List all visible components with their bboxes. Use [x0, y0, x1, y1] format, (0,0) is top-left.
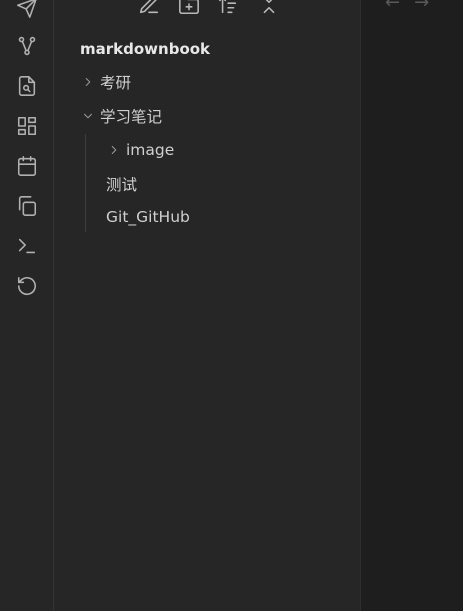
indent-guide	[85, 134, 86, 232]
file-explorer-sidebar: markdownbook 考研 学习笔记 image 测试 Git_GitHub	[54, 0, 361, 611]
vault-name[interactable]: markdownbook	[80, 40, 210, 58]
folder-label: 考研	[100, 74, 132, 92]
layout-dashboard-icon[interactable]	[13, 112, 41, 140]
folder-study-notes[interactable]: 学习笔记	[80, 102, 162, 130]
editor-area: ← →	[361, 0, 463, 611]
collapse-all-icon[interactable]	[254, 0, 284, 17]
folder-label: image	[126, 141, 175, 159]
folder-image[interactable]: image	[106, 136, 174, 164]
copy-files-icon[interactable]	[13, 192, 41, 220]
chevron-down-icon	[80, 108, 96, 124]
history-reset-icon[interactable]	[13, 272, 41, 300]
sort-icon[interactable]	[214, 0, 244, 17]
file-test[interactable]: 测试	[106, 170, 137, 198]
calendar-icon[interactable]	[13, 152, 41, 180]
back-arrow-icon[interactable]: ←	[385, 0, 400, 13]
file-label: Git_GitHub	[106, 208, 190, 226]
file-git-github[interactable]: Git_GitHub	[106, 203, 190, 231]
folder-kaoyan[interactable]: 考研	[80, 68, 131, 96]
terminal-icon[interactable]	[13, 232, 41, 260]
send-icon[interactable]	[13, 0, 41, 22]
file-explorer-toolbar	[134, 0, 284, 17]
left-ribbon	[0, 0, 54, 611]
file-search-icon[interactable]	[13, 72, 41, 100]
chevron-right-icon	[80, 74, 96, 90]
forward-arrow-icon[interactable]: →	[414, 0, 429, 13]
file-label: 测试	[106, 176, 138, 194]
chevron-right-icon	[106, 142, 122, 158]
history-nav: ← →	[385, 0, 429, 13]
folder-label: 学习笔记	[100, 108, 163, 126]
new-folder-icon[interactable]	[174, 0, 204, 17]
new-note-icon[interactable]	[134, 0, 164, 17]
graph-view-icon[interactable]	[13, 32, 41, 60]
